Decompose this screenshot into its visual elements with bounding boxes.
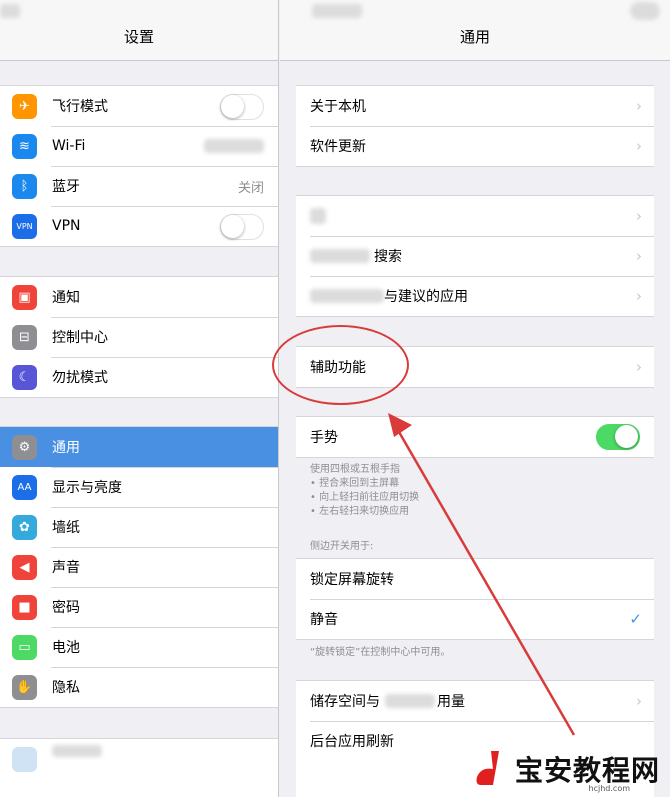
arrow-shaft [393,424,576,736]
watermark-text: 宝安教程网 [514,754,660,787]
watermark-url: hcjhd.com [588,784,630,793]
watermark: 宝安教程网 hcjhd.com [471,747,660,793]
watermark-logo-icon [476,751,499,785]
annotation-arrow [388,413,576,736]
